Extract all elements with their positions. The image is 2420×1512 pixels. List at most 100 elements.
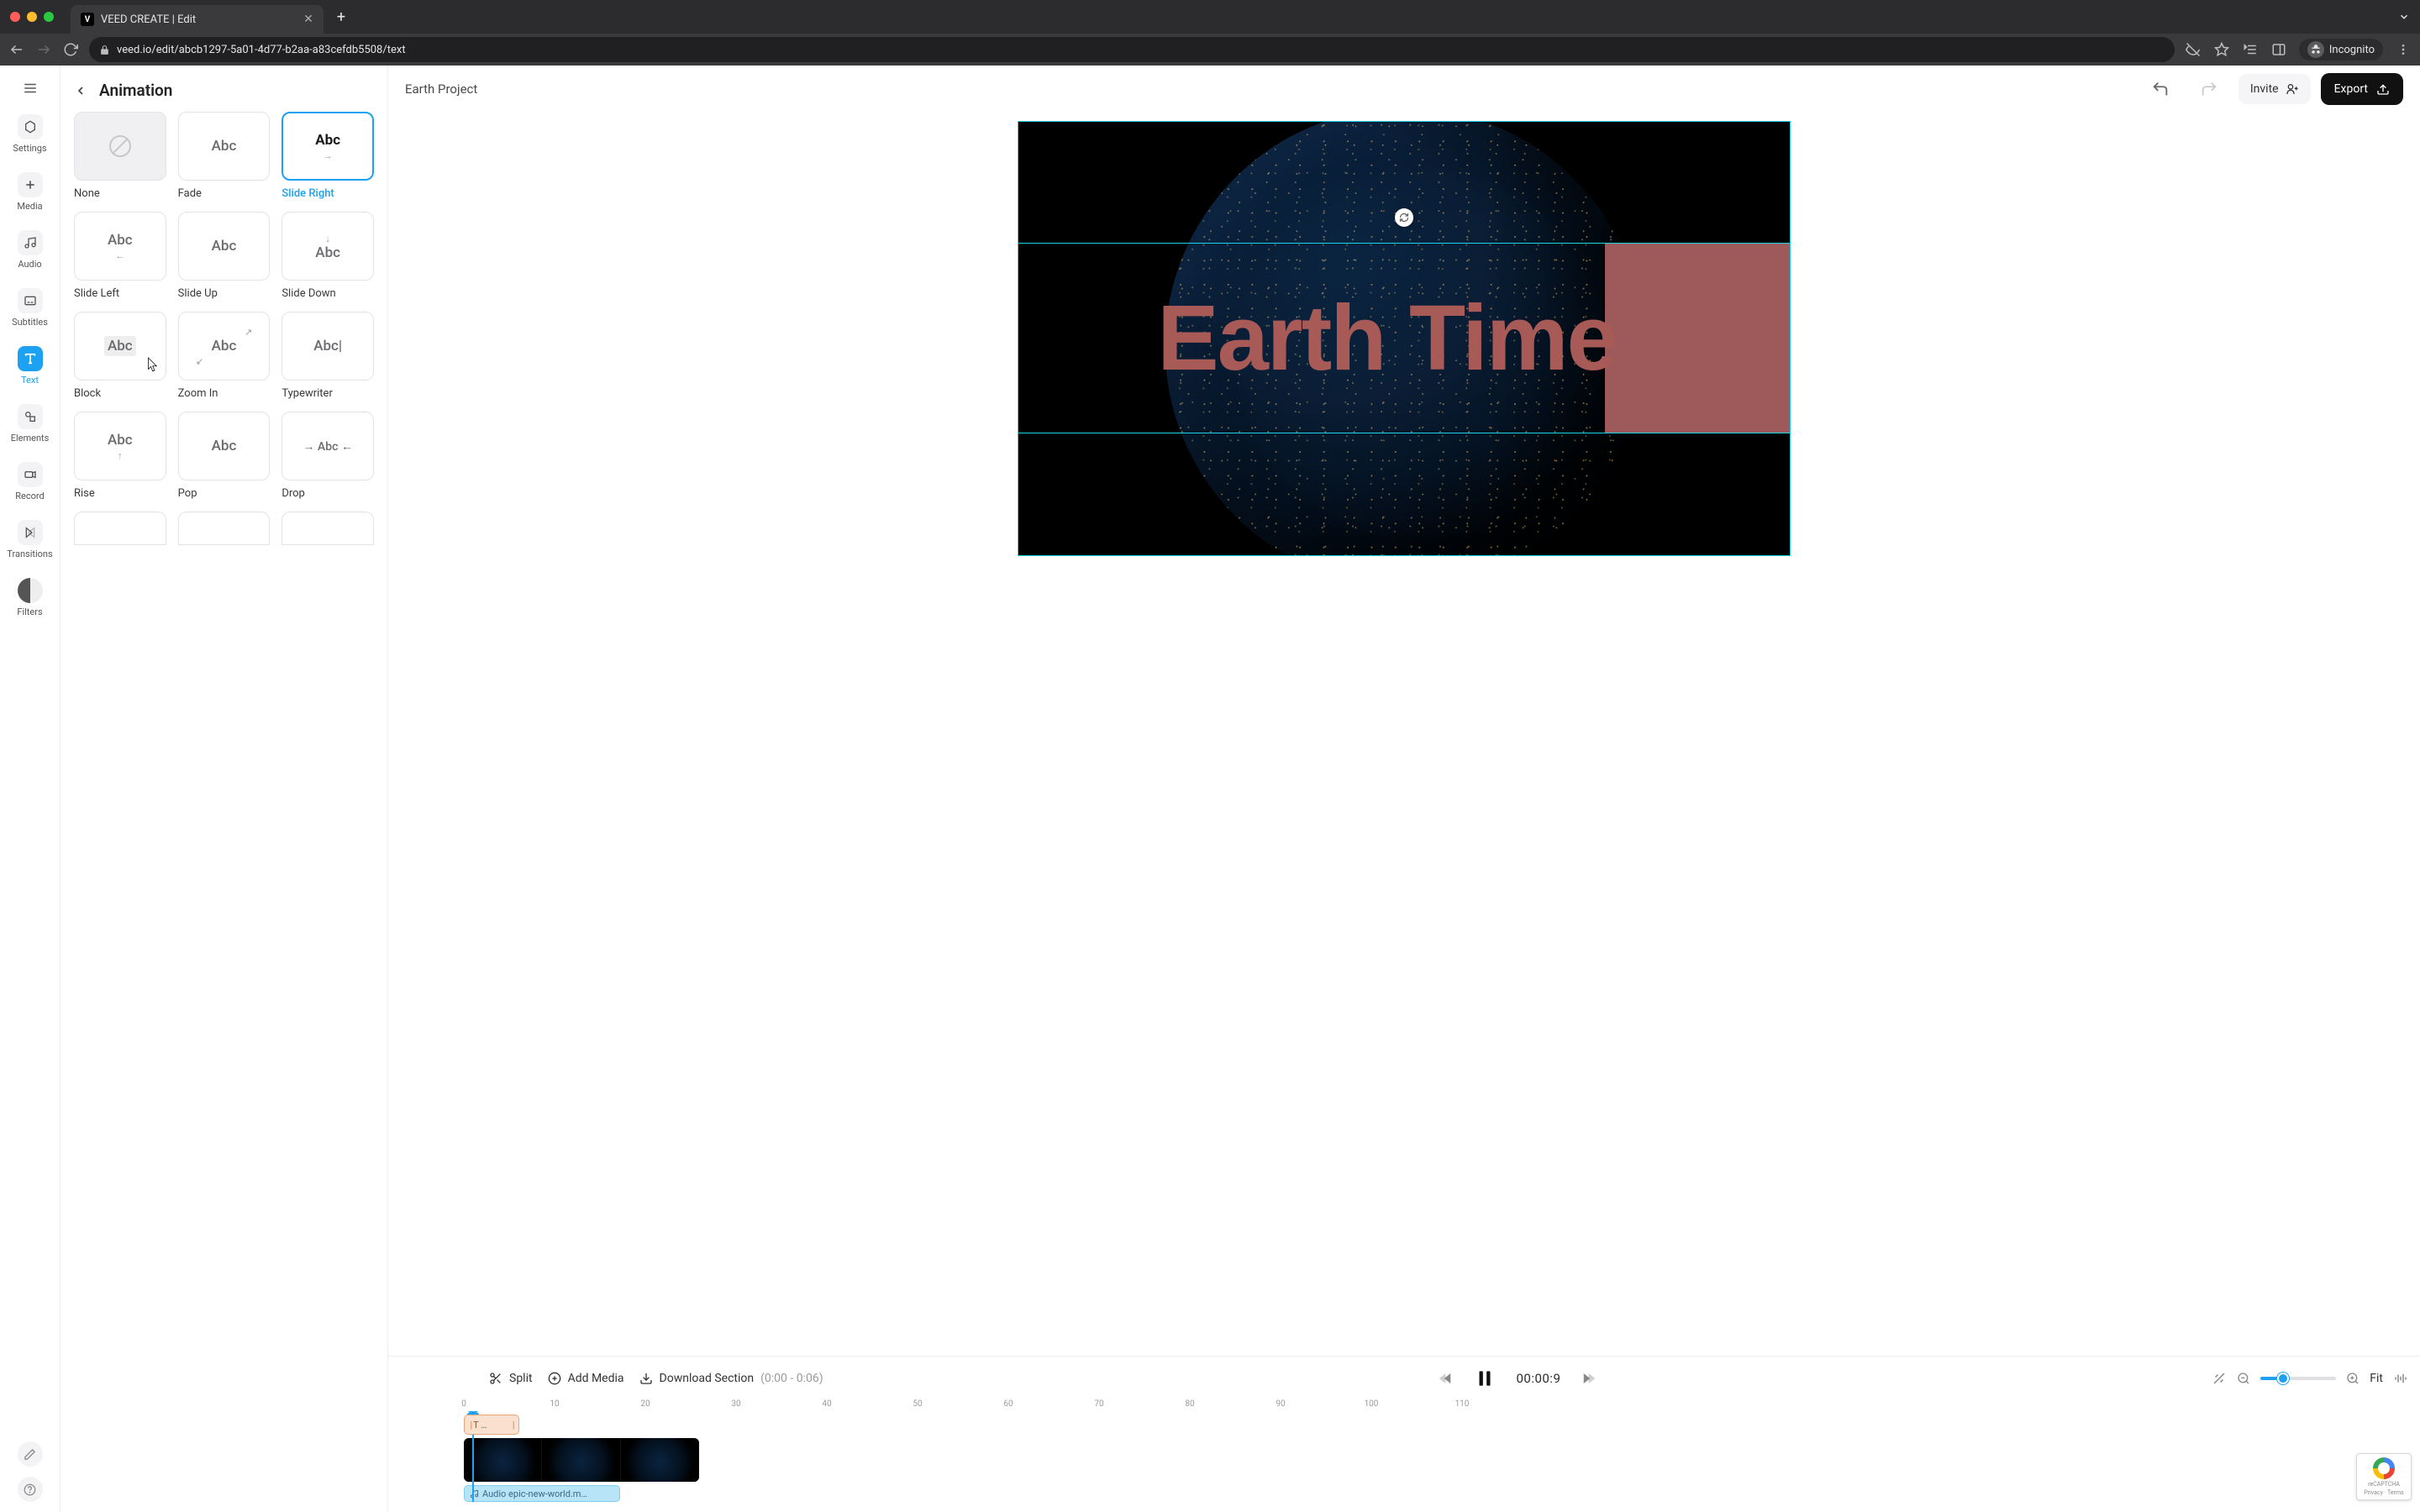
maximize-window-button[interactable] bbox=[44, 12, 54, 22]
animation-option-drop[interactable]: → Abc ← bbox=[281, 412, 374, 480]
tabs-dropdown-icon[interactable] bbox=[2398, 11, 2410, 23]
ruler-tick: 20 bbox=[640, 1399, 650, 1409]
animation-option-slide-up[interactable]: Abc bbox=[178, 212, 271, 281]
animation-sample: Abc bbox=[108, 232, 133, 249]
animation-label: Fade bbox=[178, 187, 271, 200]
waveform-icon[interactable] bbox=[2393, 1371, 2408, 1386]
rail-item-transitions[interactable]: Transitions bbox=[0, 513, 60, 566]
animation-option-typewriter[interactable]: Abc| bbox=[281, 312, 374, 381]
split-button[interactable]: Split bbox=[489, 1372, 533, 1385]
add-media-button[interactable]: Add Media bbox=[548, 1372, 624, 1385]
rail-item-filters[interactable]: Filters bbox=[0, 571, 60, 624]
animation-sample: Abc bbox=[108, 432, 133, 449]
rail-item-audio[interactable]: Audio bbox=[0, 223, 60, 276]
animation-option-more[interactable] bbox=[281, 512, 374, 545]
animation-option-pop[interactable]: Abc bbox=[178, 412, 271, 480]
draw-icon[interactable] bbox=[18, 1441, 43, 1467]
user-plus-icon bbox=[2286, 82, 2299, 96]
animation-option-more[interactable] bbox=[178, 512, 271, 545]
main-area: Earth Project Invite Export Earth Time bbox=[388, 66, 2420, 1512]
zoom-slider[interactable] bbox=[2260, 1377, 2336, 1380]
reload-icon[interactable] bbox=[62, 42, 79, 57]
zoom-controls: Fit bbox=[2212, 1371, 2408, 1386]
rotate-handle[interactable] bbox=[1395, 208, 1413, 227]
animation-option-slide-right[interactable]: Abc→ bbox=[281, 112, 374, 181]
rail-label: Elements bbox=[11, 433, 50, 444]
timeline-controls: Split Add Media Download Section (0:00 -… bbox=[388, 1356, 2420, 1399]
panel-back-button[interactable] bbox=[74, 84, 87, 97]
minimize-window-button[interactable] bbox=[27, 12, 37, 22]
animation-option-zoom-in[interactable]: ↗Abc↗ bbox=[178, 312, 271, 381]
kebab-menu-icon[interactable] bbox=[2395, 43, 2412, 56]
text-clip[interactable]: || T … || bbox=[464, 1415, 519, 1435]
skip-forward-button[interactable] bbox=[1581, 1371, 1596, 1386]
recaptcha-badge[interactable]: reCAPTCHA Privacy · Terms bbox=[2356, 1453, 2412, 1500]
video-clip[interactable] bbox=[464, 1438, 699, 1482]
ruler-tick: 100 bbox=[1365, 1399, 1379, 1409]
rail-label: Record bbox=[15, 491, 44, 501]
pause-button[interactable] bbox=[1474, 1368, 1496, 1389]
playlist-icon[interactable] bbox=[2242, 42, 2259, 57]
zoom-out-button[interactable] bbox=[2237, 1372, 2250, 1385]
selection-outline bbox=[1018, 243, 1791, 433]
zoom-in-button[interactable] bbox=[2346, 1372, 2360, 1385]
rail-collapse-icon[interactable] bbox=[16, 74, 45, 102]
video-canvas[interactable]: Earth Time bbox=[1018, 121, 1791, 556]
rail-item-media[interactable]: Media bbox=[0, 165, 60, 218]
download-section-button[interactable]: Download Section (0:00 - 0:06) bbox=[639, 1372, 823, 1385]
animation-option-slide-left[interactable]: Abc← bbox=[74, 212, 166, 281]
help-icon[interactable] bbox=[18, 1477, 43, 1502]
add-media-label: Add Media bbox=[568, 1372, 624, 1385]
undo-button[interactable] bbox=[2141, 73, 2180, 105]
lock-icon bbox=[99, 45, 110, 55]
transport-controls: 00:00:9 bbox=[1439, 1368, 1596, 1389]
panel-header: Animation bbox=[60, 66, 387, 112]
app-root: Settings Media Audio Subtitles Text Elem… bbox=[0, 66, 2420, 1512]
export-button[interactable]: Export bbox=[2321, 73, 2403, 105]
animation-option-slide-down[interactable]: ↓Abc bbox=[281, 212, 374, 281]
eye-off-icon[interactable] bbox=[2185, 42, 2202, 57]
close-window-button[interactable] bbox=[10, 12, 20, 22]
fit-button[interactable]: Fit bbox=[2370, 1372, 2383, 1385]
arrow-diag-icon: ↗ bbox=[245, 327, 252, 338]
animation-sample: Abc| bbox=[313, 338, 342, 354]
forward-icon[interactable] bbox=[35, 42, 52, 57]
scissors-icon bbox=[489, 1372, 502, 1385]
animation-option-none[interactable] bbox=[74, 112, 166, 181]
rail-item-subtitles[interactable]: Subtitles bbox=[0, 281, 60, 334]
clip-grip-left[interactable]: || bbox=[470, 1420, 471, 1431]
traffic-lights bbox=[10, 12, 54, 22]
redo-button[interactable] bbox=[2190, 73, 2228, 105]
rail-item-text[interactable]: Text bbox=[0, 339, 60, 392]
animation-option-fade[interactable]: Abc bbox=[178, 112, 271, 181]
close-tab-icon[interactable]: ✕ bbox=[303, 13, 313, 26]
panel-title: Animation bbox=[99, 81, 172, 100]
incognito-badge[interactable]: Incognito bbox=[2299, 39, 2383, 60]
back-icon[interactable] bbox=[8, 42, 25, 57]
incognito-label: Incognito bbox=[2329, 44, 2375, 56]
rail-item-settings[interactable]: Settings bbox=[0, 108, 60, 160]
text-clip-label: T … bbox=[473, 1420, 487, 1431]
invite-button[interactable]: Invite bbox=[2238, 74, 2311, 104]
browser-tab[interactable]: V VEED CREATE | Edit ✕ bbox=[71, 5, 324, 34]
animation-option-block[interactable]: Abc bbox=[74, 312, 166, 381]
snap-icon[interactable] bbox=[2212, 1371, 2227, 1386]
sidepanel-icon[interactable] bbox=[2270, 42, 2287, 57]
animation-option-rise[interactable]: Abc↑ bbox=[74, 412, 166, 480]
rail-item-record[interactable]: Record bbox=[0, 455, 60, 508]
rail-item-elements[interactable]: Elements bbox=[0, 397, 60, 450]
bookmark-star-icon[interactable] bbox=[2213, 42, 2230, 57]
music-note-icon bbox=[470, 1489, 479, 1499]
animation-label: Slide Left bbox=[74, 287, 166, 300]
ruler-tick: 90 bbox=[1276, 1399, 1285, 1409]
audio-clip[interactable]: Audio epic-new-world.m… bbox=[464, 1485, 620, 1502]
timeline-ruler[interactable]: 0102030405060708090100110 bbox=[464, 1399, 2403, 1415]
new-tab-button[interactable]: + bbox=[337, 8, 345, 26]
animation-option-more[interactable] bbox=[74, 512, 166, 545]
animation-label: Slide Up bbox=[178, 287, 271, 300]
project-name[interactable]: Earth Project bbox=[405, 81, 2131, 97]
rail-label: Media bbox=[17, 201, 42, 212]
skip-back-button[interactable] bbox=[1439, 1371, 1454, 1386]
url-field[interactable]: veed.io/edit/abcb1297-5a01-4d77-b2aa-a83… bbox=[89, 37, 2175, 62]
animation-sample: → Abc ← bbox=[302, 439, 352, 454]
